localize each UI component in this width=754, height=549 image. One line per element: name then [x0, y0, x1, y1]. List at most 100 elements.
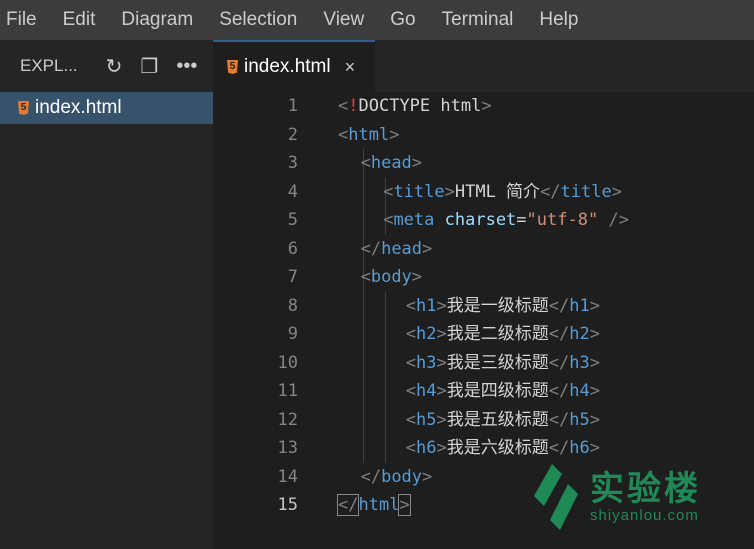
token-br: </	[360, 466, 382, 487]
line-number: 7	[287, 267, 298, 287]
token-br: </	[360, 238, 382, 259]
token-tag: html	[348, 124, 390, 145]
token-txt: 我是三级标题	[446, 352, 549, 373]
token-tag: head	[381, 238, 423, 259]
token-txt: HTML 简介	[454, 181, 541, 202]
watermark-name: 实验楼	[590, 469, 701, 508]
token-br: <	[405, 438, 417, 458]
token-tag: h4	[569, 381, 590, 401]
menu-help[interactable]: Help	[533, 9, 591, 31]
token-br: >	[436, 352, 447, 373]
code-line: </head>	[361, 235, 433, 264]
watermark-url: shiyanlou.com	[590, 506, 699, 524]
explorer-title: EXPL...	[20, 56, 78, 75]
token-br: >	[398, 494, 411, 516]
token-txt: 我是一级标题	[446, 295, 549, 316]
token-br: </	[548, 295, 570, 316]
token-br: </	[540, 181, 561, 202]
token-tag: h6	[569, 438, 590, 458]
token-tag: head	[370, 153, 412, 173]
token-tag: title	[560, 181, 612, 202]
collapse-all-icon[interactable]: ❐	[140, 54, 158, 79]
refresh-icon[interactable]: ↻	[106, 54, 123, 79]
token-br: >	[411, 267, 423, 287]
token-br: <	[405, 381, 417, 401]
token-br: >	[589, 381, 600, 401]
token-br: <	[405, 324, 417, 344]
code-line: <h5>我是五级标题</h5>	[406, 406, 600, 435]
token-br: >	[422, 466, 433, 487]
line-number: 4	[287, 181, 298, 202]
token-br: >	[436, 438, 447, 458]
token-br: <	[338, 96, 349, 116]
token-str: "utf-8"	[526, 210, 599, 230]
token-br: >	[589, 324, 600, 344]
close-icon[interactable]: ×	[345, 57, 356, 78]
menu-diagram[interactable]: Diagram	[115, 9, 206, 31]
token-tag: h2	[569, 324, 590, 344]
token-br: </	[548, 352, 570, 373]
token-ex: !	[348, 96, 359, 116]
code-line: <h3>我是三级标题</h3>	[406, 349, 600, 378]
token-txt: 我是六级标题	[446, 438, 549, 458]
menu-edit[interactable]: Edit	[57, 9, 109, 31]
token-br: >	[436, 409, 447, 430]
token-br: <	[383, 210, 394, 230]
line-number: 3	[287, 153, 298, 173]
code-line: <meta charset="utf-8" />	[383, 206, 629, 235]
menu-file[interactable]: File	[0, 9, 50, 31]
token-br: >	[611, 181, 622, 202]
line-number: 9	[287, 324, 298, 344]
explorer-header: EXPL... ↻ ❐ •••	[0, 40, 213, 92]
token-br: </	[548, 381, 570, 401]
token-br: >	[436, 381, 447, 401]
token-br: </	[548, 438, 570, 458]
menu-terminal[interactable]: Terminal	[436, 9, 527, 31]
code-line: <!DOCTYPE html>	[338, 92, 492, 121]
token-br: <	[405, 409, 417, 430]
token-br: >	[389, 124, 400, 145]
token-br: >	[422, 238, 433, 259]
code-line: <body>	[361, 263, 422, 292]
line-number: 15	[277, 495, 298, 515]
token-br: >	[589, 295, 600, 316]
tab-index-html[interactable]: 5 index.html ×	[213, 40, 375, 92]
menu-go[interactable]: Go	[384, 9, 428, 31]
token-tag: h6	[416, 438, 437, 458]
token-txt: 我是五级标题	[446, 409, 549, 430]
token-br: <	[383, 181, 394, 202]
token-tag: body	[370, 267, 412, 287]
token-tag: title	[393, 181, 445, 202]
token-br: />	[608, 210, 629, 230]
token-txt: 我是二级标题	[446, 324, 549, 344]
token-txt: =	[516, 210, 527, 230]
menu-view[interactable]: View	[317, 9, 377, 31]
line-number: 11	[277, 381, 298, 401]
code-line: <html>	[338, 121, 399, 150]
menu-bar: File Edit Diagram Selection View Go Terminal He…	[0, 0, 754, 40]
token-tag: meta	[393, 210, 435, 230]
line-number: 13	[277, 438, 298, 458]
token-tag: html	[358, 495, 400, 515]
code-line: </body>	[361, 463, 433, 492]
token-br: >	[411, 153, 423, 173]
token-tag: body	[381, 466, 423, 487]
token-tag: h5	[416, 409, 437, 430]
token-br: >	[589, 352, 600, 373]
menu-selection[interactable]: Selection	[213, 9, 310, 31]
token-tag: h3	[569, 352, 590, 373]
token-br: </	[548, 324, 570, 344]
code-line: <title>HTML 简介</title>	[383, 178, 622, 207]
code-line: <head>	[361, 149, 422, 178]
code-line: <h4>我是四级标题</h4>	[406, 377, 600, 406]
tab-bar: 5 index.html ×	[213, 40, 754, 92]
token-br: >	[481, 96, 492, 116]
line-number: 5	[287, 210, 298, 230]
more-icon[interactable]: •••	[176, 55, 197, 78]
token-br: >	[589, 409, 600, 430]
token-br: <	[360, 153, 371, 173]
token-br: <	[360, 267, 371, 287]
token-br: >	[436, 324, 447, 344]
